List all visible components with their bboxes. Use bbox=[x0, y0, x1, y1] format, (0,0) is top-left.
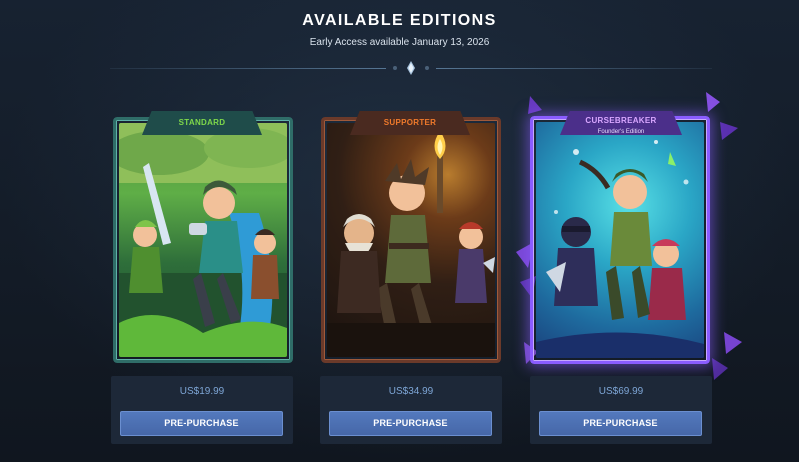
standard-price: US$19.99 bbox=[179, 386, 225, 397]
cursebreaker-edition-name: CURSEBREAKER bbox=[585, 116, 657, 125]
divider-line-right bbox=[436, 68, 712, 69]
release-date-subtitle: Early Access available January 13, 2026 bbox=[309, 37, 490, 48]
supporter-edition-banner: SUPPORTER bbox=[350, 111, 470, 135]
section-divider bbox=[110, 61, 712, 75]
cursebreaker-edition-banner: CURSEBREAKER Founder's Edition bbox=[560, 111, 682, 135]
diamond-icon bbox=[407, 61, 415, 75]
cursebreaker-pre-purchase-button[interactable]: PRE-PURCHASE bbox=[539, 411, 702, 436]
cursebreaker-key-art bbox=[536, 140, 704, 358]
page-title: AVAILABLE EDITIONS bbox=[302, 12, 497, 29]
cursebreaker-price: US$69.99 bbox=[598, 386, 644, 397]
divider-line-left bbox=[110, 68, 386, 69]
standard-key-art bbox=[119, 123, 287, 357]
supporter-price: US$34.99 bbox=[388, 386, 434, 397]
cursebreaker-price-panel: US$69.99 PRE-PURCHASE bbox=[530, 376, 712, 444]
standard-pre-purchase-button[interactable]: PRE-PURCHASE bbox=[120, 411, 283, 436]
supporter-pre-purchase-button[interactable]: PRE-PURCHASE bbox=[329, 411, 492, 436]
divider-dot-left bbox=[393, 66, 397, 70]
standard-price-panel: US$19.99 PRE-PURCHASE bbox=[111, 376, 293, 444]
supporter-edition-art[interactable] bbox=[321, 117, 501, 363]
supporter-key-art bbox=[327, 123, 495, 357]
supporter-edition-name: SUPPORTER bbox=[383, 118, 437, 127]
standard-edition-name: STANDARD bbox=[178, 118, 226, 127]
cursebreaker-edition-art[interactable] bbox=[530, 116, 710, 364]
standard-edition-banner: STANDARD bbox=[142, 111, 262, 135]
divider-dot-right bbox=[425, 66, 429, 70]
standard-edition-art[interactable] bbox=[113, 117, 293, 363]
editions-page: AVAILABLE EDITIONS Early Access availabl… bbox=[0, 0, 799, 462]
cursebreaker-edition-subtitle: Founder's Edition bbox=[597, 129, 645, 135]
supporter-price-panel: US$34.99 PRE-PURCHASE bbox=[320, 376, 502, 444]
